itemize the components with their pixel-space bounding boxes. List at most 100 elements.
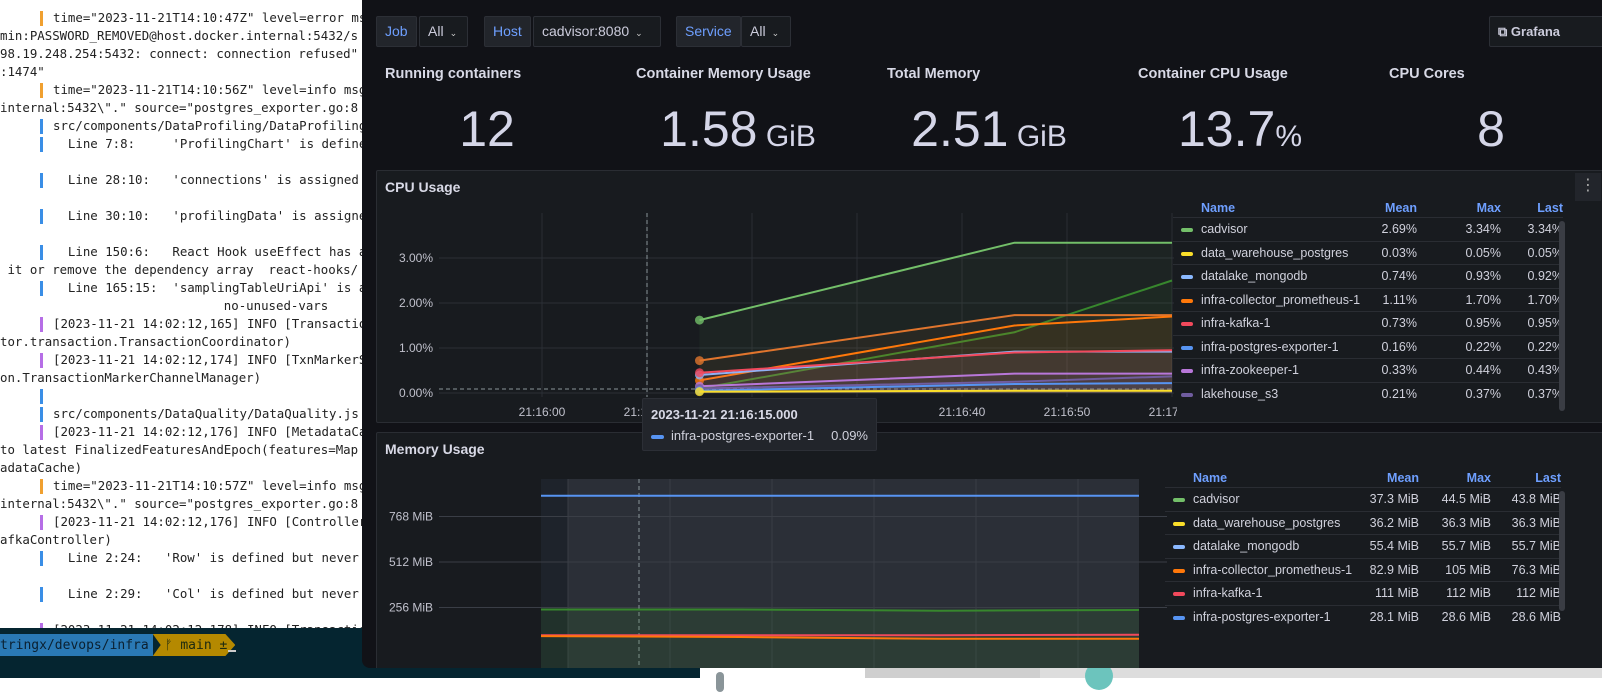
scrollbar-handle[interactable] bbox=[716, 672, 724, 692]
job-value: All bbox=[428, 23, 444, 39]
host-select[interactable]: cadvisor:8080 ⌄ bbox=[533, 16, 661, 47]
stat-unit: GiB bbox=[1008, 120, 1067, 153]
series-point bbox=[695, 315, 704, 325]
tooltip-value: 0.09% bbox=[831, 428, 868, 443]
terminal-line-text: no-unused-vars bbox=[0, 298, 329, 313]
terminal-line: time="2023-11-21T14:10:47Z" level=error … bbox=[0, 9, 362, 27]
legend-row[interactable]: infra-postgres-exporter-1 0.16% 0.22% 0.22% bbox=[1173, 334, 1563, 358]
terminal-line: Line 7:8: 'ProfilingChart' is defined bbox=[0, 135, 362, 153]
terminal-line-text: src/components/DataQuality/DataQuality.j… bbox=[53, 406, 359, 421]
grafana-label: Grafana bbox=[1510, 24, 1561, 39]
legend-header-last[interactable]: Last bbox=[1537, 201, 1563, 215]
series-last: 0.43% bbox=[1527, 363, 1563, 377]
legend-row[interactable]: datalake_mongodb 55.4 MiB 55.7 MiB 55.7 MiB bbox=[1165, 534, 1561, 557]
series-mean: 82.9 MiB bbox=[1369, 562, 1419, 577]
legend-row[interactable]: infra-zookeeper-1 0.33% 0.44% 0.43% bbox=[1173, 358, 1563, 381]
terminal-line-text: time="2023-11-21T14:10:57Z" level=info m… bbox=[53, 478, 362, 493]
series-max: 55.7 MiB bbox=[1441, 539, 1491, 553]
terminal-cursor bbox=[228, 650, 236, 652]
terminal-line-text: :1474" bbox=[0, 64, 45, 79]
terminal-line: src/components/DataQuality/DataQuality.j… bbox=[0, 405, 359, 423]
series-color-swatch bbox=[1181, 298, 1193, 303]
series-name: infra-collector_prometheus-1 bbox=[1201, 292, 1361, 307]
external-link-icon: ⧉ bbox=[1498, 24, 1511, 39]
series-name: lakehouse_s3 bbox=[1201, 386, 1279, 401]
tooltip-time: 2023-11-21 21:16:15.000 bbox=[651, 407, 798, 422]
stat-title: Container CPU Usage bbox=[1138, 66, 1288, 82]
log-bar bbox=[40, 209, 43, 224]
terminal-line-text: Line 150:6: React Hook useEffect has a m bbox=[53, 244, 362, 259]
y-tick-label: 768 MiB bbox=[389, 510, 433, 524]
legend-row[interactable]: infra-collector_prometheus-1 1.11% 1.70% 1.… bbox=[1173, 287, 1563, 311]
series-color-swatch bbox=[1181, 251, 1193, 256]
terminal-line-text: Line 165:15: 'samplingTableUriApi' is as… bbox=[53, 280, 362, 295]
series-name: infra-postgres-exporter-1 bbox=[1201, 339, 1339, 354]
series-mean: 0.16% bbox=[1381, 339, 1417, 354]
service-select[interactable]: All ⌄ bbox=[741, 16, 791, 47]
log-bar bbox=[40, 407, 43, 422]
terminal-line: Line 2:24: 'Row' is defined but never us bbox=[0, 549, 362, 567]
legend-header-name[interactable]: Name bbox=[1201, 201, 1235, 215]
terminal-line-text: [2023-11-21 14:02:12,176] INFO [Metadata… bbox=[53, 424, 362, 439]
series-mean: 111 MiB bbox=[1374, 586, 1419, 600]
terminal-line: Line 2:29: 'Col' is defined but never us bbox=[0, 585, 362, 603]
memory-chart[interactable]: 256 MiB 512 MiB 768 MiB bbox=[377, 433, 1167, 668]
legend-scrollbar[interactable] bbox=[1559, 221, 1565, 411]
terminal-line: [2023-11-21 14:02:12,165] INFO [Transact… bbox=[0, 315, 362, 333]
series-color-swatch bbox=[1181, 345, 1193, 350]
stat-panel: Running containers 12 bbox=[362, 66, 612, 157]
legend-row[interactable]: cadvisor 2.69% 3.34% 3.34% bbox=[1173, 217, 1563, 240]
terminal-line-text: tor.transaction.TransactionCoordinator) bbox=[0, 334, 291, 349]
legend-row[interactable]: infra-postgres-exporter-1 28.1 MiB 28.6 Mi… bbox=[1165, 604, 1561, 628]
series-max: 0.05% bbox=[1465, 245, 1501, 260]
series-mean: 1.11% bbox=[1382, 292, 1417, 307]
panel-menu-icon[interactable]: ⋮ bbox=[1575, 173, 1601, 201]
legend-row[interactable]: cadvisor 37.3 MiB 44.5 MiB 43.8 MiB bbox=[1165, 487, 1561, 510]
series-name: infra-zookeeper-1 bbox=[1201, 363, 1299, 377]
host-label: Host bbox=[484, 16, 531, 47]
legend-header-mean[interactable]: Mean bbox=[1385, 201, 1417, 215]
terminal-window[interactable]: time="2023-11-21T14:10:47Z" level=error … bbox=[0, 0, 362, 628]
legend-row[interactable]: datalake_mongodb 0.74% 0.93% 0.92% bbox=[1173, 264, 1563, 287]
series-color-swatch bbox=[1181, 369, 1193, 373]
legend-header-mean[interactable]: Mean bbox=[1387, 471, 1419, 485]
legend-row[interactable]: infra-collector_prometheus-1 82.9 MiB 105 … bbox=[1165, 557, 1561, 581]
series-max: 28.6 MiB bbox=[1441, 609, 1491, 624]
terminal-line-text: [2023-11-21 14:02:12,174] INFO [TxnMarke… bbox=[53, 352, 362, 367]
series-color-swatch bbox=[1173, 545, 1185, 549]
legend-header-last[interactable]: Last bbox=[1535, 471, 1561, 485]
legend-row[interactable]: data_warehouse_postgres 0.03% 0.05% 0.05% bbox=[1173, 240, 1563, 264]
series-mean: 0.03% bbox=[1381, 245, 1417, 260]
legend-row[interactable]: lakehouse_s3 0.21% 0.37% 0.37% bbox=[1173, 381, 1563, 405]
terminal-line: [2023-11-21 14:02:12,174] INFO [TxnMarke… bbox=[0, 351, 362, 369]
stat-title: Running containers bbox=[385, 66, 522, 82]
legend-scrollbar[interactable] bbox=[1559, 491, 1565, 611]
series-line bbox=[699, 389, 1172, 393]
legend-header-max[interactable]: Max bbox=[1467, 471, 1491, 485]
legend-header-name[interactable]: Name bbox=[1193, 471, 1227, 485]
series-last: 0.05% bbox=[1527, 245, 1563, 260]
legend-header-max[interactable]: Max bbox=[1477, 201, 1501, 215]
cpu-chart[interactable]: 0.00%1.00%2.00%3.00%21:16:0021:16:1021:1… bbox=[377, 171, 1177, 424]
terminal-line-text: internal:5432\"." source="postgres_expor… bbox=[0, 100, 359, 115]
terminal-line-text: Line 7:8: 'ProfilingChart' is defined bbox=[53, 136, 362, 151]
cpu-legend: Name Mean Max Last cadvisor 2.69% 3.34% 3.34% da… bbox=[1173, 201, 1563, 411]
terminal-line: [2023-11-21 14:02:12,176] INFO [Controll… bbox=[0, 513, 362, 531]
stat-panel: Container CPU Usage 13.7% bbox=[1115, 66, 1365, 157]
background-window bbox=[1040, 668, 1602, 678]
stat-value: 13.7 bbox=[1177, 101, 1276, 157]
tooltip-series: infra-postgres-exporter-1 bbox=[671, 428, 815, 443]
grafana-link-button[interactable]: ⧉ Grafana bbox=[1489, 16, 1602, 47]
series-mean: 36.2 MiB bbox=[1369, 515, 1419, 530]
x-tick-label: 21:16:50 bbox=[1044, 405, 1091, 419]
legend-row[interactable]: infra-kafka-1 111 MiB 112 MiB 112 MiB bbox=[1165, 581, 1561, 604]
terminal-line-text: on.TransactionMarkerChannelManager) bbox=[0, 370, 262, 385]
terminal-line: [2023-11-21 14:02:12,178] INFO [Transact… bbox=[0, 621, 362, 628]
legend-row[interactable]: data_warehouse_postgres 36.2 MiB 36.3 MiB 3… bbox=[1165, 510, 1561, 534]
series-mean: 55.4 MiB bbox=[1369, 539, 1419, 553]
job-select[interactable]: All ⌄ bbox=[419, 16, 468, 47]
series-color-swatch bbox=[1181, 228, 1193, 232]
terminal-line: 98.19.248.254:5432: connect: connection … bbox=[0, 45, 358, 63]
legend-row[interactable]: infra-kafka-1 0.73% 0.95% 0.95% bbox=[1173, 311, 1563, 334]
stat-value-wrap: 2.51 GiB bbox=[864, 100, 1114, 158]
